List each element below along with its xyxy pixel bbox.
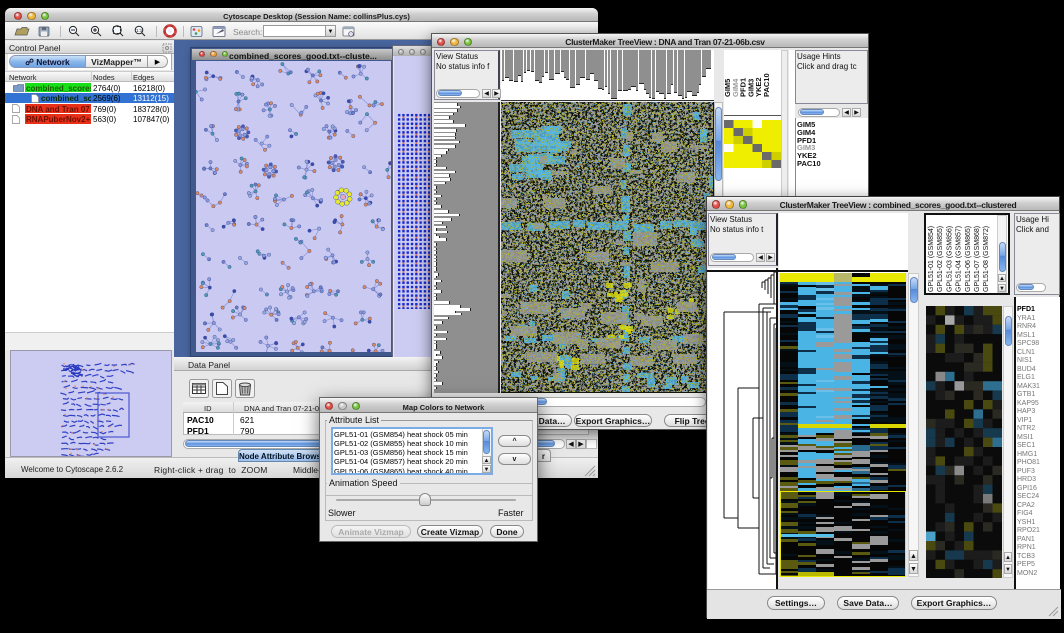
svg-text:GPL51-01 (GSM854): GPL51-01 (GSM854) xyxy=(928,226,935,292)
svg-text:1:1: 1:1 xyxy=(136,28,143,33)
svg-text:GPL51-06 (GSM865): GPL51-06 (GSM865) xyxy=(965,226,972,292)
svg-text:GPL51-02 (GSM855): GPL51-02 (GSM855) xyxy=(937,226,944,292)
svg-text:GPL51-07 (GSM868): GPL51-07 (GSM868) xyxy=(974,226,981,292)
svg-text:GPL51-03 (GSM856): GPL51-03 (GSM856) xyxy=(946,226,953,292)
svg-text:GPL51-04 (GSM857): GPL51-04 (GSM857) xyxy=(956,226,963,292)
svg-text:PAC10: PAC10 xyxy=(762,73,771,97)
svg-text:GPL51-08 (GSM872): GPL51-08 (GSM872) xyxy=(983,226,990,292)
